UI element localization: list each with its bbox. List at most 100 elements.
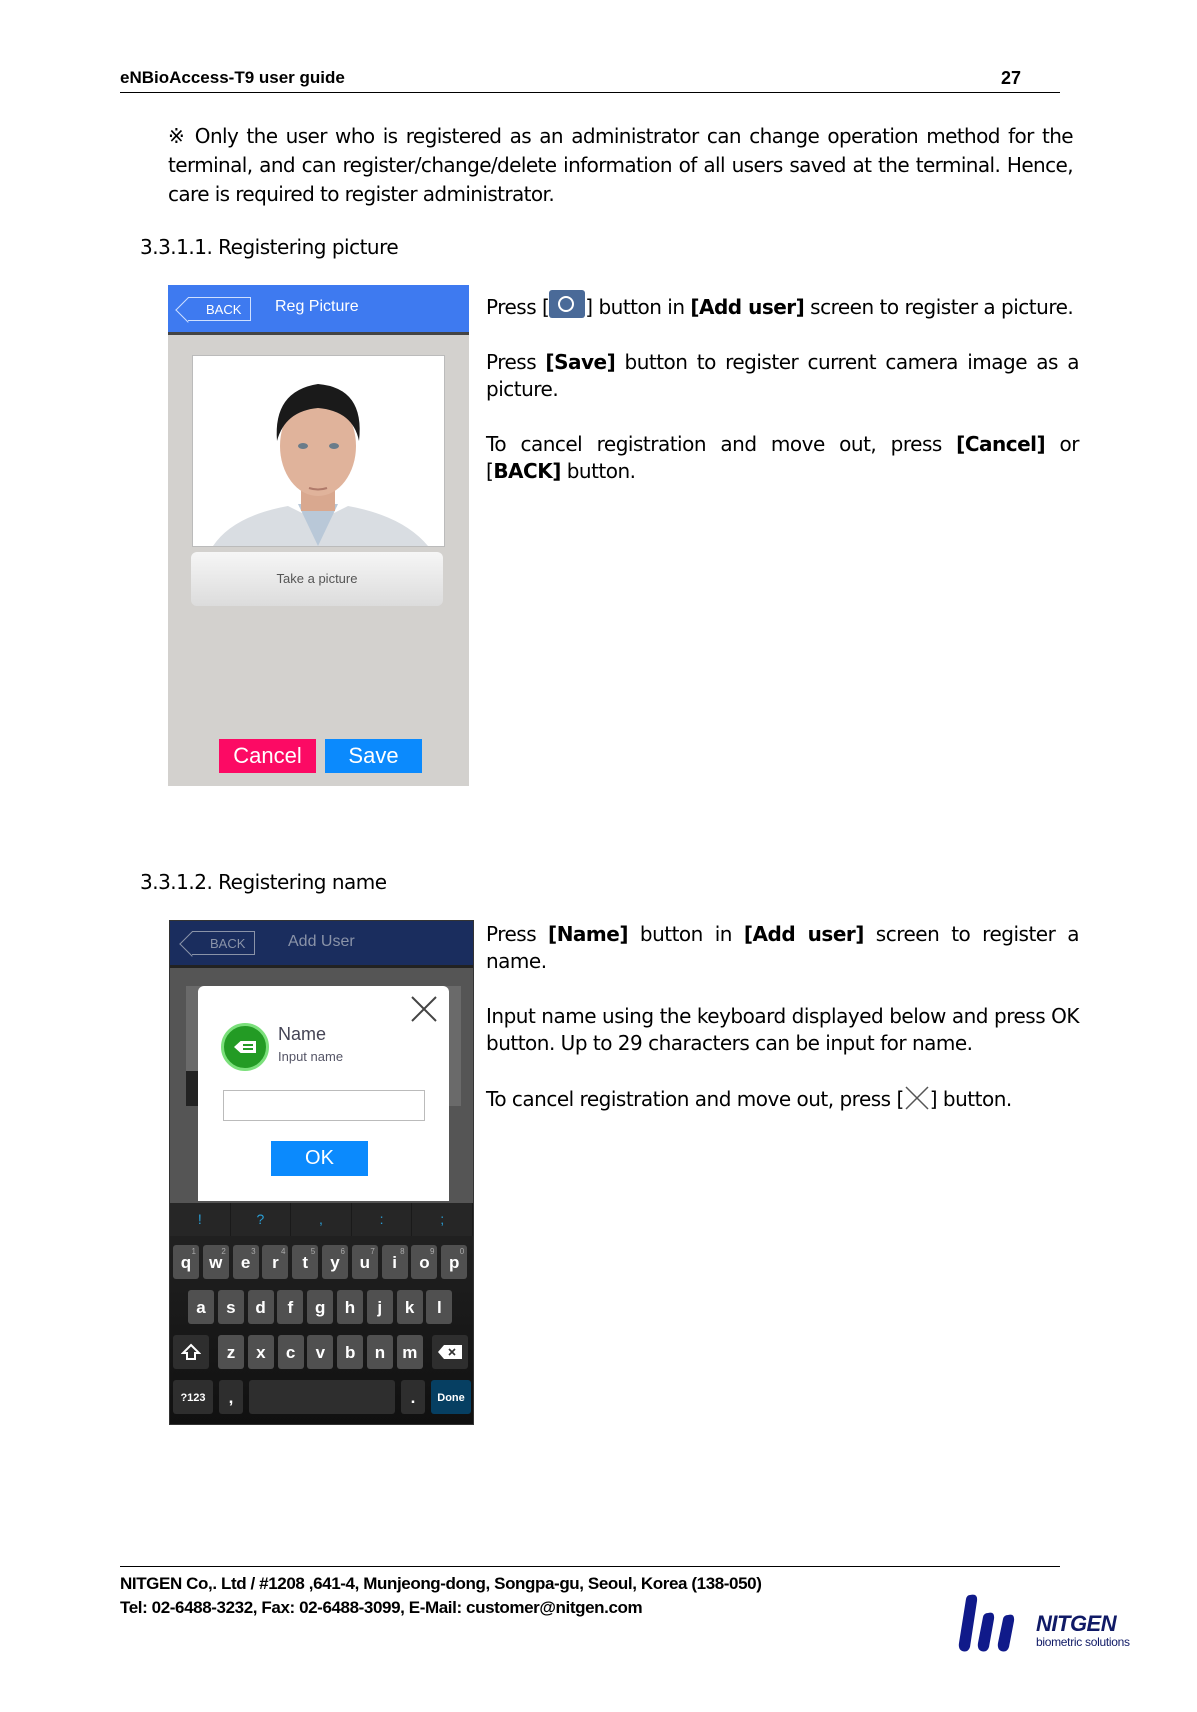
back-button[interactable]: BACK	[188, 297, 252, 321]
key-label: y	[330, 1253, 340, 1272]
key-h[interactable]: h	[337, 1290, 363, 1324]
suggestion-key[interactable]: !	[170, 1203, 231, 1236]
key-e[interactable]: e3	[232, 1245, 259, 1279]
key-a[interactable]: a	[188, 1290, 214, 1324]
symbols-key[interactable]: ?123	[173, 1380, 213, 1414]
done-key[interactable]: Done	[431, 1380, 471, 1414]
key-hint: 3	[251, 1247, 256, 1256]
text: ] button.	[929, 1087, 1012, 1111]
key-r[interactable]: r4	[262, 1245, 289, 1279]
text: Press [	[486, 295, 550, 319]
name-ref: [Name]	[548, 922, 628, 946]
key-label: q	[180, 1253, 192, 1272]
space-key[interactable]	[249, 1380, 395, 1414]
key-t[interactable]: t5	[292, 1245, 319, 1279]
keyboard-row-4: ?123 , . Done	[170, 1380, 473, 1414]
key-hint: 9	[429, 1247, 435, 1256]
suggestion-key[interactable]: :	[352, 1203, 413, 1236]
key-hint: 0	[459, 1247, 465, 1256]
reg-picture-screenshot: BACK Reg Picture Take a picture Cancel S…	[168, 285, 469, 786]
section-heading-registering-picture: 3.3.1.1. Registering picture	[140, 235, 399, 259]
key-y[interactable]: y6	[322, 1245, 348, 1279]
cancel-button[interactable]: Cancel	[219, 739, 316, 773]
close-icon[interactable]	[409, 994, 439, 1024]
key-d[interactable]: d	[247, 1290, 274, 1324]
tag-icon	[221, 1023, 269, 1071]
key-label: r	[272, 1253, 279, 1272]
app-header-bar: BACK Reg Picture	[168, 285, 469, 335]
on-screen-keyboard: ! ? , : ; q1w2e3r4t5y6u7i8o9p0 asdfghjkl…	[170, 1203, 473, 1424]
section2-description: Press [Name] button in [Add user] screen…	[486, 921, 1080, 1141]
key-b[interactable]: b	[337, 1335, 364, 1369]
key-l[interactable]: l	[426, 1290, 453, 1324]
back-button[interactable]: BACK	[192, 931, 256, 955]
admin-note: ※ Only the user who is registered as an …	[168, 124, 1074, 206]
key-o[interactable]: o9	[411, 1245, 438, 1279]
shift-key[interactable]	[173, 1335, 209, 1369]
key-j[interactable]: j	[366, 1290, 393, 1324]
suggestion-strip: ! ? , : ;	[170, 1203, 473, 1236]
add-user-ref: [Add user]	[690, 295, 805, 319]
company-contact: Tel: 02-6488-3232, Fax: 02-6488-3099, E-…	[120, 1598, 643, 1617]
keyboard-row-3: zxcvbnm	[170, 1335, 473, 1369]
key-hint: 1	[191, 1247, 196, 1256]
key-k[interactable]: k	[396, 1290, 423, 1324]
section1-description: Press [] button in [Add user] screen to …	[486, 290, 1080, 513]
keyboard-instructions: Input name using the keyboard displayed …	[486, 1004, 1080, 1055]
save-button[interactable]: Save	[325, 739, 422, 773]
key-hint: 7	[370, 1247, 375, 1256]
nitgen-logo: NITGEN biometric solutions	[958, 1593, 1158, 1655]
dialog-title: Name	[278, 1024, 327, 1044]
close-icon	[905, 1086, 929, 1110]
name-dialog: Name Input name OK	[198, 986, 449, 1201]
backspace-key[interactable]	[432, 1335, 468, 1369]
key-label: t	[302, 1253, 309, 1272]
dialog-subtitle: Input name	[278, 1049, 344, 1064]
key-m[interactable]: m	[396, 1335, 423, 1369]
key-i[interactable]: i8	[381, 1245, 408, 1279]
section-heading-registering-name: 3.3.1.2. Registering name	[140, 870, 387, 894]
nitgen-logo-icon	[958, 1594, 1015, 1652]
ok-button[interactable]: OK	[271, 1141, 368, 1176]
document-title: eNBioAccess-T9 user guide	[120, 68, 345, 87]
suggestion-key[interactable]: ,	[291, 1203, 352, 1236]
footer-divider	[120, 1566, 1060, 1567]
key-g[interactable]: g	[307, 1290, 334, 1324]
back-ref: BACK]	[493, 459, 561, 483]
key-x[interactable]: x	[247, 1335, 274, 1369]
key-hint: 6	[340, 1247, 345, 1256]
key-v[interactable]: v	[307, 1335, 334, 1369]
suggestion-key[interactable]: ?	[231, 1203, 292, 1236]
captured-photo	[192, 355, 445, 547]
camera-icon	[549, 290, 586, 318]
suggestion-key[interactable]: ;	[412, 1203, 473, 1236]
logo-tagline: biometric solutions	[1036, 1635, 1130, 1649]
name-input[interactable]	[223, 1090, 425, 1121]
key-f[interactable]: f	[277, 1290, 304, 1324]
backspace-icon	[438, 1345, 462, 1359]
key-q[interactable]: q1	[173, 1245, 199, 1279]
key-n[interactable]: n	[367, 1335, 393, 1369]
key-z[interactable]: z	[218, 1335, 244, 1369]
key-label: u	[359, 1253, 370, 1272]
comma-key[interactable]: ,	[219, 1380, 243, 1414]
key-label: e	[240, 1253, 251, 1272]
header-divider	[120, 92, 1060, 93]
period-key[interactable]: .	[401, 1380, 425, 1414]
key-s[interactable]: s	[217, 1290, 244, 1324]
key-u[interactable]: u7	[351, 1245, 378, 1279]
text: Press	[486, 922, 549, 946]
text: screen to register a picture.	[804, 295, 1074, 319]
key-hint: 8	[400, 1247, 405, 1256]
screen-title: Add User	[288, 933, 355, 950]
keyboard-row-2: asdfghjkl	[170, 1290, 473, 1324]
text: To cancel registration and move out, pre…	[486, 1087, 904, 1111]
text: button.	[560, 459, 636, 483]
page-number: 27	[1001, 68, 1022, 88]
key-c[interactable]: c	[277, 1335, 304, 1369]
take-picture-button[interactable]: Take a picture	[191, 552, 443, 606]
key-p[interactable]: p0	[441, 1245, 468, 1279]
key-hint: 5	[310, 1247, 316, 1256]
text: Press	[486, 350, 546, 374]
key-w[interactable]: w2	[202, 1245, 229, 1279]
